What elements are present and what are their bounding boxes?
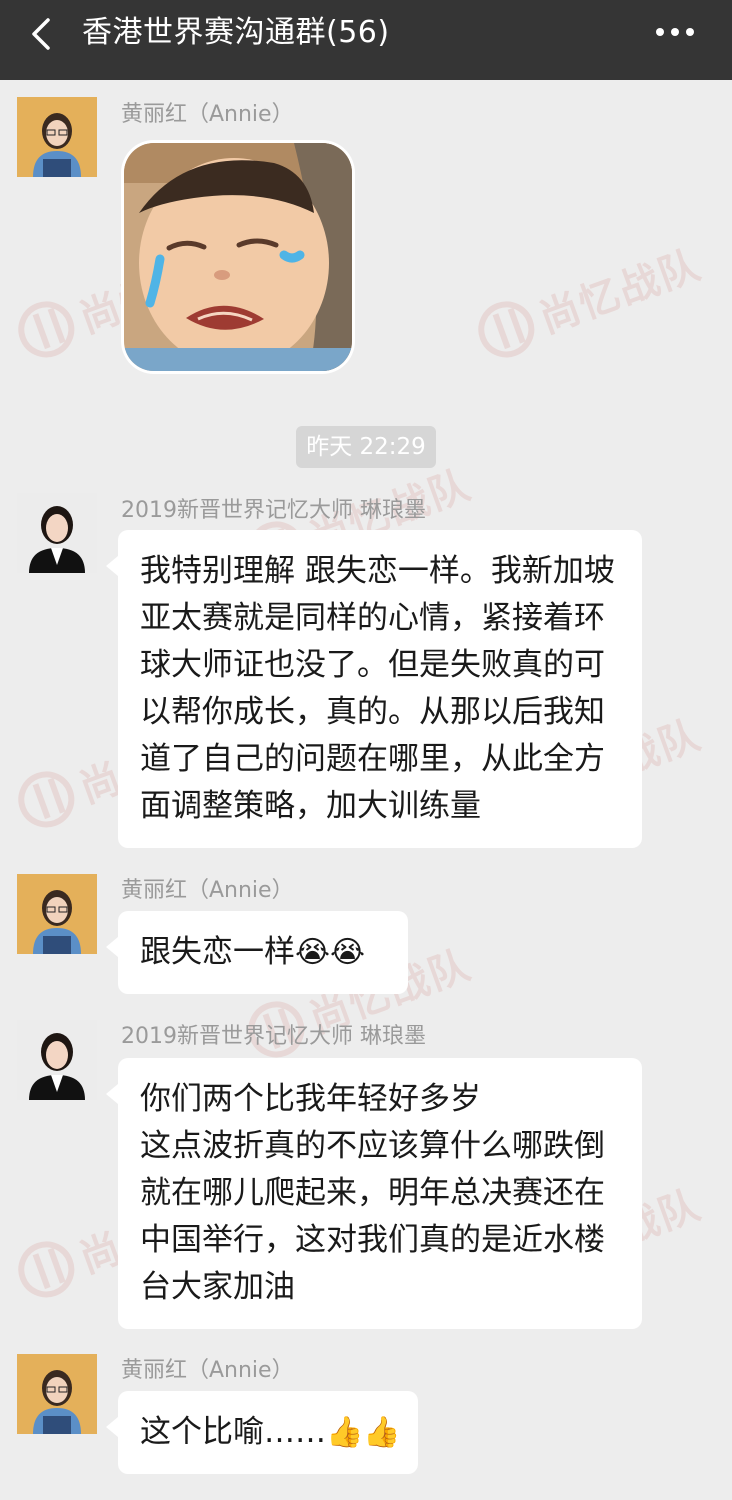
avatar-lin[interactable]: [17, 1020, 97, 1100]
chat-header: 香港世界赛沟通群(56): [0, 0, 732, 80]
avatar-lin[interactable]: [17, 493, 97, 573]
sender-name: 黄丽红（Annie）: [121, 1358, 294, 1383]
watermark: 尚忆战队: [470, 232, 708, 366]
thumbs-up-icon: 👍👍: [326, 1415, 401, 1450]
message-bubble[interactable]: 你们两个比我年轻好多岁 这点波折真的不应该算什么哪跌倒 就在哪儿爬起来，明年总决…: [106, 1058, 642, 1329]
message-line: 就在哪儿爬起来，明年总决赛还在: [140, 1175, 605, 1211]
message-line: 球大师证也没了。但是失败真的可: [140, 647, 605, 683]
sender-name: 2019新晋世界记忆大师 琳琅墨: [121, 498, 426, 523]
sender-name: 2019新晋世界记忆大师 琳琅墨: [121, 1024, 426, 1049]
message-line: 这点波折真的不应该算什么哪跌倒: [140, 1128, 605, 1164]
message-bubble[interactable]: 跟失恋一样😭😭: [106, 911, 408, 994]
message-line: 我特别理解 跟失恋一样。我新加坡: [140, 553, 615, 589]
watermark-logo-icon: [10, 763, 83, 836]
message-line: 亚太赛就是同样的心情，紧接着环: [140, 600, 605, 636]
message-line: 跟失恋一样😭😭: [140, 934, 366, 970]
back-arrow-icon[interactable]: [22, 14, 62, 54]
message-bubble[interactable]: 我特别理解 跟失恋一样。我新加坡 亚太赛就是同样的心情，紧接着环 球大师证也没了…: [106, 530, 642, 848]
more-options-icon[interactable]: [650, 20, 700, 44]
message-line: 中国举行，这对我们真的是近水楼: [140, 1222, 605, 1258]
face-with-tears-icon: 😭😭: [295, 935, 366, 970]
watermark-logo-icon: [10, 293, 83, 366]
time-divider: 昨天 22:29: [296, 426, 436, 468]
crying-child-sticker[interactable]: [124, 143, 352, 371]
message-bubble[interactable]: 这个比喻……👍👍: [106, 1391, 418, 1474]
message-line: 你们两个比我年轻好多岁: [140, 1081, 481, 1117]
watermark-logo-icon: [470, 293, 543, 366]
avatar-annie[interactable]: [17, 1354, 97, 1434]
watermark-logo-icon: [10, 1233, 83, 1306]
sender-name: 黄丽红（Annie）: [121, 102, 294, 127]
sender-name: 黄丽红（Annie）: [121, 878, 294, 903]
chat-title: 香港世界赛沟通群(56): [82, 15, 390, 50]
avatar-annie[interactable]: [17, 97, 97, 177]
message-line: 以帮你成长，真的。从那以后我知: [140, 694, 605, 730]
message-line: 这个比喻……👍👍: [140, 1414, 401, 1450]
avatar-annie[interactable]: [17, 874, 97, 954]
message-line: 台大家加油: [140, 1269, 295, 1305]
message-line: 面调整策略，加大训练量: [140, 788, 481, 824]
message-line: 道了自己的问题在哪里，从此全方: [140, 741, 605, 777]
